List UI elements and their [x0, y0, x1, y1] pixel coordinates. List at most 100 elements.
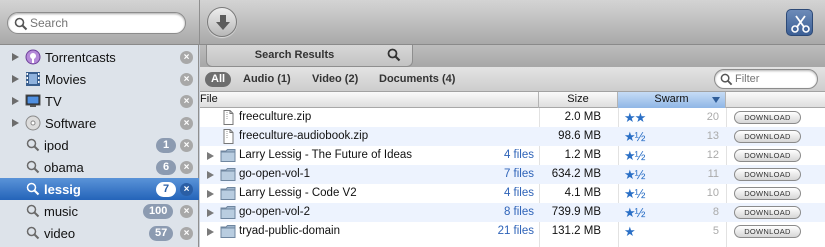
download-button[interactable]: DOWNLOAD	[734, 111, 801, 124]
main-panel: Search Results All Audio (1) Video (2) D…	[200, 45, 825, 247]
file-count[interactable]: 4 files	[504, 149, 534, 161]
file-count[interactable]: 4 files	[504, 187, 534, 199]
table-row[interactable]: tryad-public-domain 21 files 131.2 MB ★ …	[200, 222, 825, 241]
seed-count: 11	[707, 168, 719, 180]
sidebar-item-label: video	[44, 226, 76, 241]
filter-all[interactable]: All	[205, 72, 232, 87]
download-button[interactable]: DOWNLOAD	[734, 187, 801, 200]
filter-bar: All Audio (1) Video (2) Documents (4)	[200, 67, 825, 92]
close-icon[interactable]: ×	[180, 73, 193, 86]
close-icon[interactable]: ×	[180, 139, 193, 152]
sidebar-item-movies[interactable]: Movies ×	[0, 68, 199, 90]
file-count[interactable]: 7 files	[504, 168, 534, 180]
sidebar-item-video[interactable]: video 57 ×	[0, 222, 199, 244]
filter-documents[interactable]: Documents (4)	[373, 72, 461, 87]
seed-count: 20	[706, 111, 719, 123]
column-header-swarm[interactable]: Swarm	[618, 92, 726, 108]
column-label: Swarm	[654, 93, 689, 105]
close-icon[interactable]: ×	[180, 95, 193, 108]
table-row[interactable]: Larry Lessig - The Future of Ideas 4 fil…	[200, 146, 825, 165]
column-header-file[interactable]: File	[200, 92, 539, 108]
swarm-rating: ★½	[624, 148, 645, 163]
sidebar-item-obama[interactable]: obama 6 ×	[0, 156, 199, 178]
file-size: 634.2 MB	[551, 168, 601, 180]
document-icon	[223, 129, 234, 144]
table-header: File Size Swarm	[200, 92, 825, 108]
sidebar-item-ipod[interactable]: ipod 1 ×	[0, 134, 199, 156]
sidebar-item-label: Torrentcasts	[45, 50, 116, 65]
disclosure-triangle-icon[interactable]	[12, 97, 19, 105]
disclosure-triangle-icon[interactable]	[207, 152, 214, 160]
close-icon[interactable]: ×	[180, 117, 193, 130]
sidebar: Torrentcasts × Movies × TV × Software ×	[0, 45, 199, 247]
result-count-badge: 6	[156, 160, 176, 175]
table-row[interactable]: go-open-vol-1 7 files 634.2 MB ★½ 11 DOW…	[200, 165, 825, 184]
file-name: freeculture.zip	[239, 111, 312, 123]
disclosure-triangle-icon[interactable]	[12, 119, 19, 127]
swarm-rating: ★½	[624, 129, 645, 144]
tab-search-results[interactable]: Search Results	[206, 45, 413, 67]
app-logo-button[interactable]	[786, 9, 813, 36]
result-count-badge: 1	[156, 138, 176, 153]
table-row[interactable]: freeculture-audiobook.zip 98.6 MB ★½ 13 …	[200, 127, 825, 146]
file-size: 1.2 MB	[564, 149, 601, 161]
filter-input[interactable]	[735, 71, 815, 87]
close-icon[interactable]: ×	[180, 51, 193, 64]
sidebar-item-tv[interactable]: TV ×	[0, 90, 199, 112]
file-name: go-open-vol-1	[239, 168, 310, 180]
filter-video[interactable]: Video (2)	[306, 72, 364, 87]
file-name: Larry Lessig - Code V2	[239, 187, 357, 199]
scissors-icon	[791, 15, 810, 33]
sidebar-item-software[interactable]: Software ×	[0, 112, 199, 134]
close-icon[interactable]: ×	[180, 183, 193, 196]
sidebar-item-music[interactable]: music 100 ×	[0, 200, 199, 222]
search-input[interactable]	[30, 15, 180, 31]
tab-bar: Search Results	[200, 45, 825, 67]
seed-count: 13	[706, 130, 719, 142]
disclosure-triangle-icon[interactable]	[12, 53, 19, 61]
disclosure-triangle-icon[interactable]	[207, 190, 214, 198]
download-button[interactable]: DOWNLOAD	[734, 225, 801, 238]
file-count[interactable]: 21 files	[498, 225, 534, 237]
search-field[interactable]	[7, 12, 186, 34]
sidebar-item-label: music	[44, 204, 78, 219]
table-row[interactable]: go-open-vol-2 8 files 739.9 MB ★½ 8 DOWN…	[200, 203, 825, 222]
search-icon	[720, 73, 733, 86]
sidebar-item-label: lessig	[44, 182, 81, 197]
disclosure-triangle-icon[interactable]	[207, 228, 214, 236]
file-name: freeculture-audiobook.zip	[239, 130, 369, 142]
close-icon[interactable]: ×	[180, 205, 193, 218]
download-button[interactable]	[207, 7, 237, 37]
column-label: Size	[567, 93, 589, 105]
download-button[interactable]: DOWNLOAD	[734, 206, 801, 219]
podcast-icon	[25, 49, 41, 65]
close-icon[interactable]: ×	[180, 227, 193, 240]
table-row[interactable]: Larry Lessig - Code V2 4 files 4.1 MB ★½…	[200, 184, 825, 203]
file-size: 739.9 MB	[551, 206, 601, 218]
file-size: 2.0 MB	[564, 111, 601, 123]
close-icon[interactable]: ×	[180, 161, 193, 174]
disclosure-triangle-icon[interactable]	[207, 171, 214, 179]
table-row[interactable]: freeculture.zip 2.0 MB ★★ 20 DOWNLOAD	[200, 108, 825, 127]
folder-icon	[220, 206, 236, 219]
sidebar-item-lessig[interactable]: lessig 7 ×	[0, 178, 199, 200]
file-count[interactable]: 8 files	[504, 206, 534, 218]
sidebar-item-label: Software	[45, 116, 97, 131]
disclosure-triangle-icon[interactable]	[207, 209, 214, 217]
result-count-badge: 57	[149, 226, 174, 241]
filter-audio[interactable]: Audio (1)	[237, 72, 297, 87]
disclosure-triangle-icon[interactable]	[12, 75, 19, 83]
search-icon	[26, 226, 40, 240]
filter-field[interactable]	[714, 69, 818, 89]
seed-count: 8	[712, 206, 719, 218]
folder-icon	[220, 149, 236, 162]
sidebar-item-torrentcasts[interactable]: Torrentcasts ×	[0, 46, 199, 68]
column-header-size[interactable]: Size	[539, 92, 618, 108]
swarm-rating: ★½	[624, 167, 645, 182]
swarm-rating: ★½	[624, 205, 645, 220]
sidebar-item-label: ipod	[44, 138, 69, 153]
download-button[interactable]: DOWNLOAD	[734, 130, 801, 143]
download-button[interactable]: DOWNLOAD	[734, 168, 801, 181]
download-button[interactable]: DOWNLOAD	[734, 149, 801, 162]
toolbar-divider	[199, 0, 200, 45]
